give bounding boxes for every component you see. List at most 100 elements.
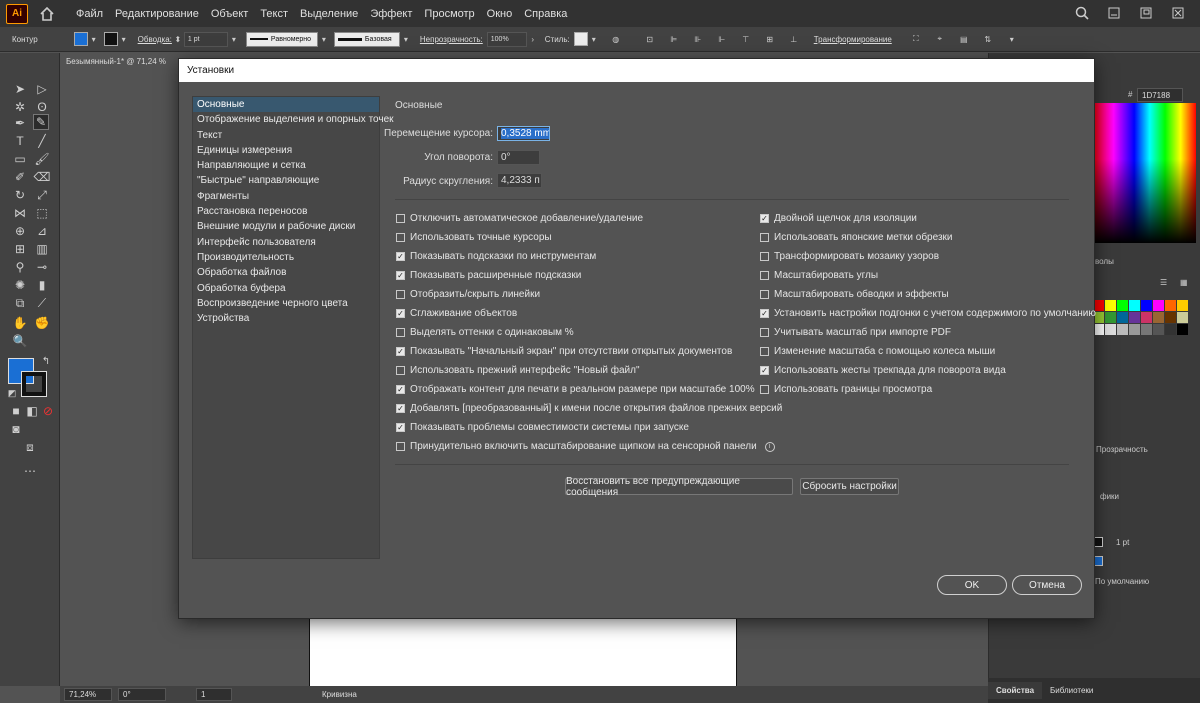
swatch[interactable] [1117,312,1128,323]
checkbox[interactable] [396,214,405,223]
swatch[interactable] [1093,324,1104,335]
hand-tool-icon[interactable]: ✋ [12,315,28,331]
menu-window[interactable]: Окно [481,8,519,20]
checkbox-row[interactable]: ✓ Двойной щелчок для изоляции [760,213,917,224]
arrange-icon[interactable]: ▤ [956,32,972,46]
menu-select[interactable]: Выделение [294,8,364,20]
checkbox-row[interactable]: ✓ Использовать жесты трекпада для поворот… [760,365,1006,376]
checkbox-checked[interactable]: ✓ [396,309,405,318]
category-hyphenation[interactable]: Расстановка переносов [193,204,379,219]
menu-type[interactable]: Текст [254,8,294,20]
rectangle-tool-icon[interactable]: ▭ [12,151,28,167]
line-tool-icon[interactable]: ╱ [34,133,50,149]
checkbox[interactable] [760,233,769,242]
checkbox[interactable] [760,252,769,261]
checkbox-checked[interactable]: ✓ [396,423,405,432]
document-tab[interactable]: Безымянный-1* @ 71,24 % [60,53,190,71]
checkbox-row[interactable]: Трансформировать мозаику узоров [760,251,939,262]
chevron-down-icon[interactable]: ▾ [88,35,100,44]
checkbox-row[interactable]: Масштабировать обводки и эффекты [760,289,949,300]
gradient-mode-icon[interactable]: ◧ [24,403,40,419]
swatch[interactable] [1165,300,1176,311]
category-clipboard[interactable]: Обработка буфера [193,281,379,296]
shape-builder-icon[interactable]: ⊕ [12,223,28,239]
corner-radius-field[interactable]: 4,2333 п [497,173,542,188]
category-performance[interactable]: Производительность [193,250,379,265]
checkbox[interactable] [396,366,405,375]
info-icon[interactable]: i [764,441,775,452]
checkbox-checked[interactable]: ✓ [396,271,405,280]
category-general[interactable]: Основные [193,97,379,113]
align-bottom-icon[interactable]: ⊥ [786,32,802,46]
opacity-field[interactable]: 100% [486,31,527,47]
maximize-icon[interactable] [1136,4,1156,22]
column-graph-icon[interactable]: ▮ [34,277,50,293]
swatch[interactable] [1177,312,1188,323]
artboard-tool-icon[interactable]: ⧉ [12,295,28,311]
swatch[interactable] [1105,312,1116,323]
tab-libraries[interactable]: Библиотеки [1042,682,1101,699]
swatch[interactable] [1153,312,1164,323]
rotate-view-field[interactable]: 0° [118,688,166,701]
fill-swatch[interactable] [73,32,88,46]
category-user-interface[interactable]: Интерфейс пользователя [193,235,379,250]
align-left-icon[interactable]: ⊫ [666,32,682,46]
swatch[interactable] [1129,300,1140,311]
checkbox-checked[interactable]: ✓ [396,252,405,261]
recolor-icon[interactable]: ◍ [608,32,624,46]
category-slices[interactable]: Фрагменты [193,189,379,204]
checkbox-row[interactable]: Использовать прежний интерфейс "Новый фа… [396,365,640,376]
eyedropper-icon[interactable]: ⚲ [12,259,28,275]
category-type[interactable]: Текст [193,128,379,143]
swatch[interactable] [1153,324,1164,335]
category-smart-guides[interactable]: "Быстрые" направляющие [193,173,379,188]
stroke-swatch[interactable] [103,32,118,46]
swatch[interactable] [1105,300,1116,311]
artboard[interactable] [309,617,737,687]
swatch[interactable] [1177,300,1188,311]
swatch[interactable] [1177,324,1188,335]
zoom-tool-icon[interactable]: 🔍 [12,333,28,349]
pen-tool-icon[interactable]: ✒ [12,115,28,131]
chevron-down-icon[interactable]: ▾ [228,35,240,44]
home-icon[interactable] [38,5,56,23]
list-view-icon[interactable]: ☰ [1160,278,1167,287]
chevron-right-icon[interactable]: › [527,35,539,44]
category-plugins-scratch[interactable]: Внешние модули и рабочие диски [193,219,379,234]
screen-mode-icon[interactable]: ⧈ [22,439,38,455]
checkbox-checked[interactable]: ✓ [760,214,769,223]
swap-colors-icon[interactable]: ↰ [38,353,54,369]
shaper-tool-icon[interactable]: ✐ [12,169,28,185]
swatch[interactable] [1165,324,1176,335]
checkbox[interactable] [396,290,405,299]
swatch[interactable] [1165,312,1176,323]
checkbox-row[interactable]: ✓ Показывать "Начальный экран" при отсутс… [396,346,732,357]
swatch[interactable] [1141,324,1152,335]
zoom-field[interactable]: 71,24% [64,688,112,701]
stepper-icon[interactable]: ⬍ [172,35,184,44]
constrain-angle-field[interactable]: 0° [497,150,540,165]
search-icon[interactable] [1072,4,1092,22]
checkbox[interactable] [396,442,405,451]
checkbox-row[interactable]: ✓ Сглаживание объектов [396,308,517,319]
menu-edit[interactable]: Редактирование [109,8,205,20]
chevron-down-icon[interactable]: ▾ [1004,32,1020,46]
swatch[interactable] [1153,300,1164,311]
category-selection-display[interactable]: Отображение выделения и опорных точек [193,112,394,127]
direct-selection-tool-icon[interactable]: ▷ [34,81,50,97]
align-right-icon[interactable]: ⊩ [714,32,730,46]
checkbox-row[interactable]: Использовать точные курсоры [396,232,552,243]
tab-properties[interactable]: Свойства [988,682,1043,699]
slice-tool-icon[interactable]: ⟋ [34,295,50,311]
menu-file[interactable]: Файл [70,8,109,20]
checkbox[interactable] [760,290,769,299]
menu-object[interactable]: Объект [205,8,254,20]
checkbox-row[interactable]: ✓ Добавлять [преобразованный] к имени пос… [396,403,782,414]
chevron-down-icon[interactable]: ▾ [400,35,412,44]
swatch[interactable] [1129,324,1140,335]
checkbox-row[interactable]: Учитывать масштаб при импорте PDF [760,327,951,338]
swatch[interactable] [1129,312,1140,323]
keyboard-increment-field[interactable]: 0,3528 mm [497,126,550,141]
checkbox-row[interactable]: ✓ Показывать проблемы совместимости систе… [396,422,689,433]
swatches-panel-tab[interactable]: волы [1095,257,1114,266]
